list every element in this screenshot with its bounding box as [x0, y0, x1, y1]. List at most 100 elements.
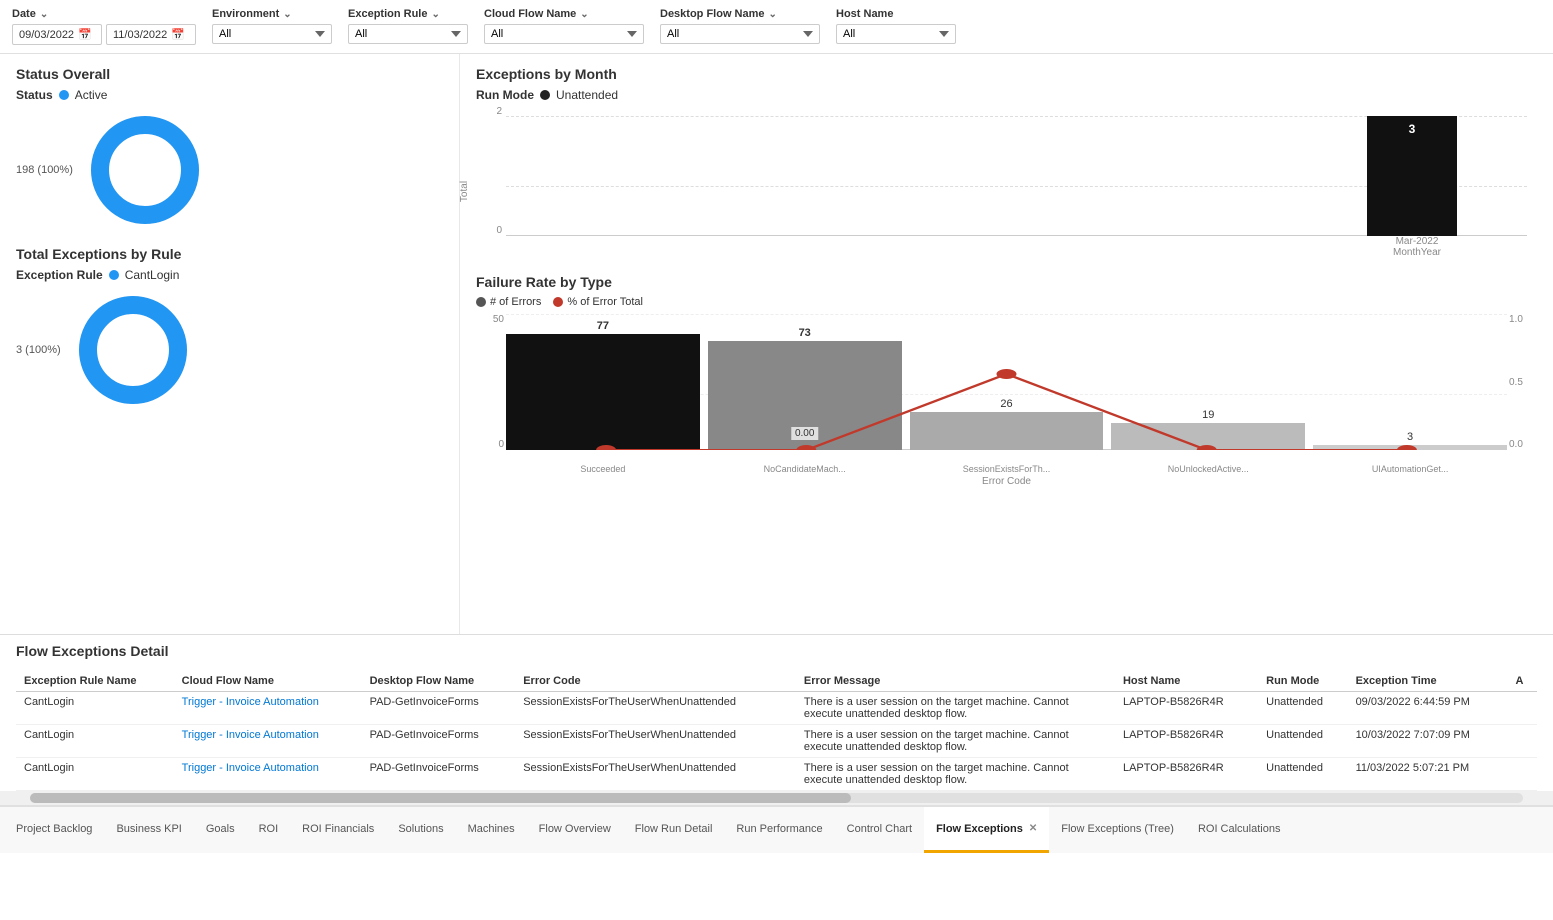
left-column: Status Overall Status Active 198 (100%) …	[0, 54, 460, 634]
tab-run-performance[interactable]: Run Performance	[724, 807, 834, 853]
yr-05: 0.5	[1509, 377, 1523, 388]
date-to-input[interactable]: 11/03/2022 📅	[106, 24, 196, 45]
legend-errors: # of Errors	[476, 296, 541, 308]
date-input-row: 09/03/2022 📅 11/03/2022 📅	[12, 24, 196, 45]
host-name-filter-group: Host Name All	[836, 8, 956, 44]
cell-exception-rule: CantLogin	[16, 758, 174, 791]
tab-label: Goals	[206, 823, 235, 835]
failure-rate-title: Failure Rate by Type	[476, 274, 1537, 290]
date-filter-group: Date ⌄ 09/03/2022 📅 11/03/2022 📅	[12, 8, 196, 45]
tab-business-kpi[interactable]: Business KPI	[104, 807, 193, 853]
rule-donut-container: 3 (100%)	[16, 290, 443, 410]
cell-cloud-flow[interactable]: Trigger - Invoice Automation	[174, 692, 362, 725]
tab-flow-exceptions-tree[interactable]: Flow Exceptions (Tree)	[1049, 807, 1186, 853]
environment-filter-label: Environment ⌄	[212, 8, 332, 20]
cell-host-name: LAPTOP-B5826R4R	[1115, 692, 1258, 725]
tab-label: Project Backlog	[16, 823, 92, 835]
tab-label: Control Chart	[847, 823, 912, 835]
line-dot-5	[1397, 445, 1417, 450]
tab-label: Flow Run Detail	[635, 823, 713, 835]
desktop-flow-name-filter-label: Desktop Flow Name ⌄	[660, 8, 820, 20]
exception-rule-filter-group: Exception Rule ⌄ All	[348, 8, 468, 44]
line-dot-2	[796, 445, 816, 450]
legend-pct-label: % of Error Total	[567, 296, 643, 308]
line-dot-1	[596, 445, 616, 450]
desktop-flow-name-select[interactable]: All	[660, 24, 820, 44]
col-exception-time: Exception Time	[1348, 671, 1508, 692]
status-value: Active	[75, 88, 108, 102]
cell-cloud-flow[interactable]: Trigger - Invoice Automation	[174, 725, 362, 758]
cell-exception-time: 11/03/2022 5:07:21 PM	[1348, 758, 1508, 791]
tab-flow-overview[interactable]: Flow Overview	[527, 807, 623, 853]
cell-run-mode: Unattended	[1258, 692, 1347, 725]
status-donut-chart	[85, 110, 205, 230]
legend-pct: % of Error Total	[553, 296, 643, 308]
status-label: Status	[16, 88, 53, 102]
cell-error-code: SessionExistsForTheUserWhenUnattended	[515, 725, 796, 758]
environment-filter-group: Environment ⌄ All	[212, 8, 332, 44]
cell-error-message: There is a user session on the target ma…	[796, 725, 1115, 758]
x-label-succeeded: Succeeded	[506, 464, 700, 474]
exception-rule-select[interactable]: All	[348, 24, 468, 44]
cell-exception-time: 09/03/2022 6:44:59 PM	[1348, 692, 1508, 725]
tab-label: Machines	[468, 823, 515, 835]
tab-solutions[interactable]: Solutions	[386, 807, 455, 853]
cell-desktop-flow: PAD-GetInvoiceForms	[362, 725, 516, 758]
tab-label: Run Performance	[736, 823, 822, 835]
cloud-flow-name-filter-group: Cloud Flow Name ⌄ All	[484, 8, 644, 44]
rule-donut-label: 3 (100%)	[16, 344, 61, 356]
legend-errors-label: # of Errors	[490, 296, 541, 308]
legend-pct-dot	[553, 297, 563, 307]
tab-flow-run-detail[interactable]: Flow Run Detail	[623, 807, 725, 853]
exception-rule-chevron-icon: ⌄	[431, 9, 439, 20]
month-chart-container: 2 0 Total 3 Mar-2022 MonthYear	[476, 106, 1537, 266]
right-column: Exceptions by Month Run Mode Unattended …	[460, 54, 1553, 634]
tab-goals[interactable]: Goals	[194, 807, 247, 853]
col-error-code: Error Code	[515, 671, 796, 692]
cell-error-code: SessionExistsForTheUserWhenUnattended	[515, 758, 796, 791]
cloud-flow-name-select[interactable]: All	[484, 24, 644, 44]
cell-cloud-flow[interactable]: Trigger - Invoice Automation	[174, 758, 362, 791]
rule-label: Exception Rule	[16, 268, 103, 282]
table-row: CantLogin Trigger - Invoice Automation P…	[16, 692, 1537, 725]
exception-rule-filter-label: Exception Rule ⌄	[348, 8, 468, 20]
detail-table-scroll[interactable]: Exception Rule Name Cloud Flow Name Desk…	[0, 671, 1553, 791]
host-name-select[interactable]: All	[836, 24, 956, 44]
tab-machines[interactable]: Machines	[456, 807, 527, 853]
cell-run-mode: Unattended	[1258, 758, 1347, 791]
tab-control-chart[interactable]: Control Chart	[835, 807, 924, 853]
y-0: 0	[498, 439, 504, 450]
col-exception-rule: Exception Rule Name	[16, 671, 174, 692]
tab-close-btn[interactable]: ✕	[1029, 823, 1037, 834]
environment-select[interactable]: All	[212, 24, 332, 44]
tab-flow-exceptions[interactable]: Flow Exceptions✕	[924, 807, 1049, 853]
rule-row: Exception Rule CantLogin	[16, 268, 443, 282]
legend-errors-dot	[476, 297, 486, 307]
cell-desktop-flow: PAD-GetInvoiceForms	[362, 758, 516, 791]
tab-project-backlog[interactable]: Project Backlog	[4, 807, 104, 853]
horizontal-scrollbar[interactable]	[0, 791, 1553, 805]
col-error-message: Error Message	[796, 671, 1115, 692]
rule-dot	[109, 270, 119, 280]
x-label-nounlocked: NoUnlockedActive...	[1111, 464, 1305, 474]
failure-line-chart	[506, 314, 1507, 450]
status-row: Status Active	[16, 88, 443, 102]
calendar-icon[interactable]: 📅	[78, 28, 92, 41]
cell-desktop-flow: PAD-GetInvoiceForms	[362, 692, 516, 725]
cell-exception-rule: CantLogin	[16, 692, 174, 725]
detail-table-title: Flow Exceptions Detail	[16, 643, 1537, 659]
detail-table: Exception Rule Name Cloud Flow Name Desk…	[16, 671, 1537, 791]
calendar-icon-2[interactable]: 📅	[171, 28, 185, 41]
scrollbar-thumb[interactable]	[30, 793, 851, 803]
desktop-flow-chevron-icon: ⌄	[769, 9, 777, 20]
host-name-filter-label: Host Name	[836, 8, 956, 20]
failure-y-axis-right: 1.0 0.5 0.0	[1507, 314, 1537, 450]
tab-roi-calculations[interactable]: ROI Calculations	[1186, 807, 1293, 853]
cell-a	[1508, 725, 1537, 758]
date-from-input[interactable]: 09/03/2022 📅	[12, 24, 102, 45]
tab-roi-financials[interactable]: ROI Financials	[290, 807, 386, 853]
tab-bar: Project Backlog Business KPI Goals ROIROI F…	[0, 805, 1553, 853]
tab-label: Flow Overview	[539, 823, 611, 835]
tab-roi[interactable]: ROI	[247, 807, 291, 853]
detail-header: Flow Exceptions Detail	[0, 635, 1553, 671]
